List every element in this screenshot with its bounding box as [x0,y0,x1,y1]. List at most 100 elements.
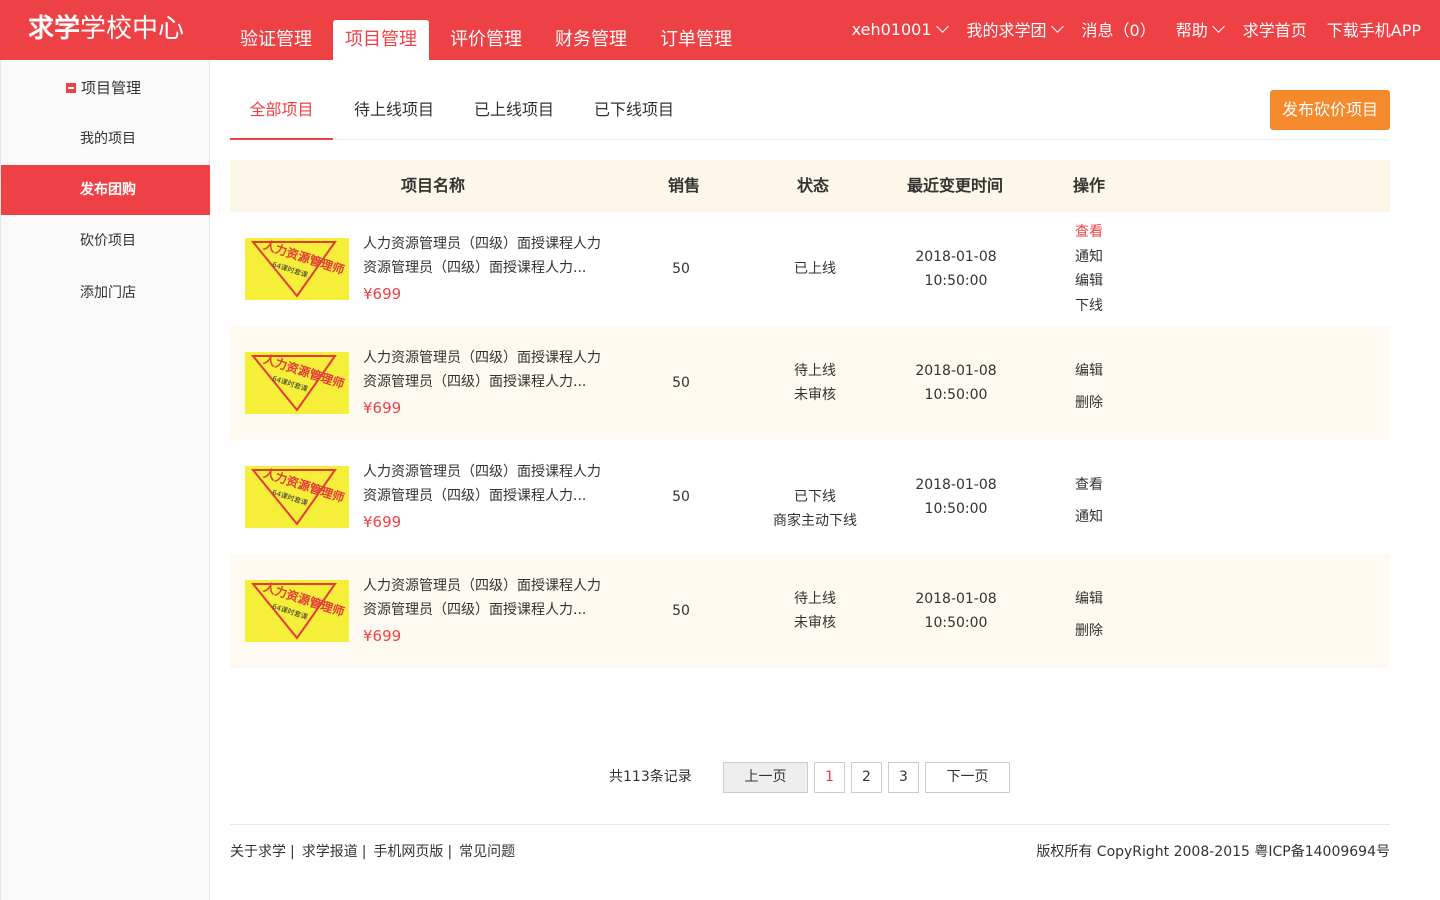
sales-count: 50 [672,489,690,505]
sidebar-section-title: 项目管理 [81,79,142,97]
table-row: 人力资源管理师 64课时套课 人力资源管理员（四级）面授课程人力 资源管理员（四级… [230,440,1390,554]
edit-link[interactable]: 编辑 [1059,269,1119,294]
record-count: 共113条记录 [609,769,692,785]
project-name[interactable]: 人力资源管理员（四级）面授课程人力 资源管理员（四级）面授课程人力... [363,460,618,508]
collapse-icon [66,82,76,93]
download-app-link[interactable]: 下载手机APP [1327,17,1421,41]
prev-page-button[interactable]: 上一页 [723,762,808,793]
help-menu[interactable]: 帮助 [1176,17,1225,41]
project-name-line2: 资源管理员（四级）面授课程人力... [363,602,587,618]
updated-time: 2018-01-08 10:50:00 [906,359,1006,407]
page-3-button[interactable]: 3 [888,762,919,793]
status-secondary: 商家主动下线 [773,513,857,529]
delete-link[interactable]: 删除 [1059,615,1119,647]
sidebar-item-my-projects[interactable]: 我的项目 [1,114,210,164]
nav-orders[interactable]: 订单管理 [648,20,744,60]
project-thumbnail[interactable]: 人力资源管理师 64课时套课 [245,352,349,414]
updated-clock: 10:50:00 [924,615,988,631]
sales-count: 50 [672,375,690,391]
table-row: 人力资源管理师 64课时套课 人力资源管理员（四级）面授课程人力 资源管理员（四级… [230,554,1390,668]
project-price: ¥699 [363,627,402,645]
my-group-menu[interactable]: 我的求学团 [967,17,1064,41]
delete-link[interactable]: 删除 [1059,387,1119,419]
footer-separator: | [447,844,453,860]
publish-bargain-button[interactable]: 发布砍价项目 [1270,90,1390,130]
sales-count: 50 [672,603,690,619]
thumbnail-graphic: 人力资源管理师 64课时套课 [250,580,346,640]
status-secondary: 未审核 [794,615,836,631]
sidebar: 项目管理 我的项目 发布团购 砍价项目 添加门店 [0,60,210,900]
table-row: 人力资源管理师 64课时套课 人力资源管理员（四级）面授课程人力 资源管理员（四级… [230,212,1390,326]
status-primary: 已下线 [794,489,836,505]
footer-separator: | [290,844,295,860]
footer-about-link[interactable]: 关于求学 [230,842,286,862]
col-sales: 销售 [667,176,700,195]
status-primary: 待上线 [794,363,836,379]
sidebar-item-bargain[interactable]: 砍价项目 [1,216,210,266]
notify-link[interactable]: 通知 [1059,501,1119,533]
edit-link[interactable]: 编辑 [1059,355,1119,387]
copyright-text: 版权所有 CopyRight 2008-2015 粤ICP备14009694号 [1036,844,1390,860]
footer-separator: | [361,844,367,860]
project-name-line1: 人力资源管理员（四级）面授课程人力 [363,236,601,252]
project-thumbnail[interactable]: 人力资源管理师 64课时套课 [245,580,349,642]
project-table: 项目名称 销售 状态 最近变更时间 操作 人力资源管理师 64课时套课 人力资源… [230,160,1390,668]
home-link[interactable]: 求学首页 [1243,17,1307,41]
nav-finance[interactable]: 财务管理 [543,20,639,60]
footer-faq-link[interactable]: 常见问题 [459,842,515,862]
nav-reviews[interactable]: 评价管理 [438,20,534,60]
project-name-line2: 资源管理员（四级）面授课程人力... [363,488,587,504]
offline-link[interactable]: 下线 [1059,294,1119,319]
nav-projects[interactable]: 项目管理 [333,20,429,60]
sidebar-item-add-store[interactable]: 添加门店 [1,268,210,318]
updated-time: 2018-01-08 10:50:00 [906,473,1006,521]
view-link[interactable]: 查看 [1059,469,1119,501]
chevron-down-icon [1211,19,1225,33]
sidebar-item-group-buy[interactable]: 发布团购 [1,165,210,215]
row-actions: 查看 通知 编辑 下线 [1059,220,1119,318]
notify-link[interactable]: 通知 [1059,245,1119,270]
page-1-button[interactable]: 1 [814,762,845,793]
updated-clock: 10:50:00 [924,273,988,289]
tab-offline[interactable]: 已下线项目 [588,82,680,140]
project-name-line1: 人力资源管理员（四级）面授课程人力 [363,464,601,480]
tab-online[interactable]: 已上线项目 [468,82,560,140]
page-2-button[interactable]: 2 [851,762,882,793]
status-secondary: 未审核 [794,387,836,403]
site-logo[interactable]: 求学学校中心 [28,12,184,46]
project-thumbnail[interactable]: 人力资源管理师 64课时套课 [245,238,349,300]
top-header: 求学学校中心 验证管理 项目管理 评价管理 财务管理 订单管理 xeh01001… [0,0,1440,60]
project-name[interactable]: 人力资源管理员（四级）面授课程人力 资源管理员（四级）面授课程人力... [363,346,618,394]
view-link[interactable]: 查看 [1059,220,1119,245]
project-name[interactable]: 人力资源管理员（四级）面授课程人力 资源管理员（四级）面授课程人力... [363,232,618,280]
logo-bold-text: 求学 [28,14,81,44]
thumbnail-graphic: 人力资源管理师 64课时套课 [250,238,346,298]
project-name-line2: 资源管理员（四级）面授课程人力... [363,260,587,276]
footer-links: 关于求学 | 求学报道 | 手机网页版 | 常见问题 [230,842,515,862]
user-menu[interactable]: xeh01001 [852,19,949,39]
project-tabs: 全部项目 待上线项目 已上线项目 已下线项目 [230,82,1390,140]
project-name[interactable]: 人力资源管理员（四级）面授课程人力 资源管理员（四级）面授课程人力... [363,574,618,622]
tab-all[interactable]: 全部项目 [230,82,333,140]
messages-link[interactable]: 消息（0） [1082,17,1156,41]
chevron-down-icon [1050,19,1064,33]
edit-link[interactable]: 编辑 [1059,583,1119,615]
next-page-button[interactable]: 下一页 [925,762,1010,793]
sidebar-section-header[interactable]: 项目管理 [66,77,141,98]
project-thumbnail[interactable]: 人力资源管理师 64课时套课 [245,466,349,528]
project-name-line2: 资源管理员（四级）面授课程人力... [363,374,587,390]
updated-date: 2018-01-08 [915,591,997,607]
table-header: 项目名称 销售 状态 最近变更时间 操作 [230,160,1390,212]
col-actions: 操作 [1072,176,1105,195]
row-actions: 查看 通知 [1059,469,1119,533]
footer-mobile-link[interactable]: 手机网页版 [373,842,443,862]
footer-press-link[interactable]: 求学报道 [302,842,358,862]
table-row: 人力资源管理师 64课时套课 人力资源管理员（四级）面授课程人力 资源管理员（四级… [230,326,1390,440]
project-price: ¥699 [363,513,402,531]
chevron-down-icon [935,19,949,33]
project-price: ¥699 [363,399,402,417]
main-nav: 验证管理 项目管理 评价管理 财务管理 订单管理 [228,20,753,60]
nav-verify[interactable]: 验证管理 [228,20,324,60]
tab-pending[interactable]: 待上线项目 [348,82,440,140]
updated-date: 2018-01-08 [915,477,997,493]
